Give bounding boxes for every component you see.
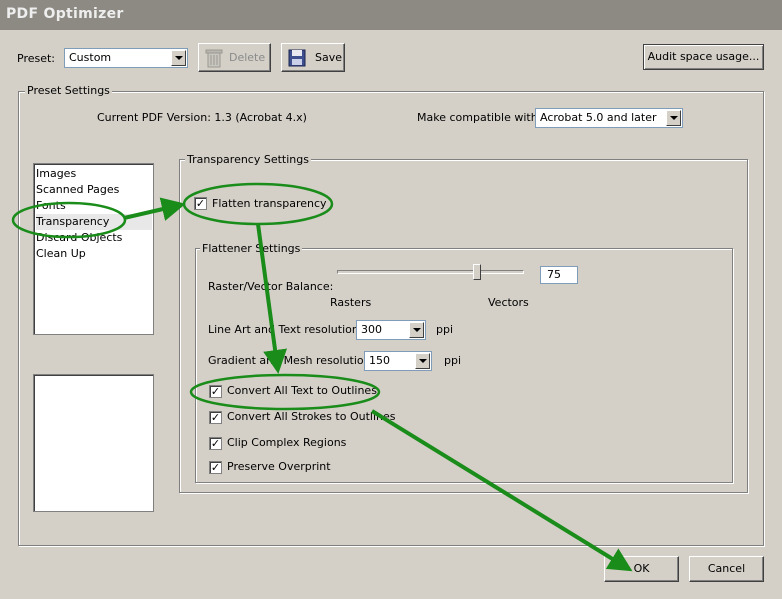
lineart-unit: ppi (436, 323, 454, 336)
flatten-transparency-checkbox[interactable]: ✓ (194, 197, 207, 210)
flatten-transparency-label: Flatten transparency (212, 197, 327, 210)
convert-strokes-outlines-label: Convert All Strokes to Outlines (227, 410, 396, 423)
vectors-label: Vectors (488, 296, 529, 309)
category-scanned-pages[interactable]: Scanned Pages (36, 182, 152, 198)
preset-label: Preset: (17, 52, 56, 65)
chevron-down-icon (415, 353, 430, 369)
category-clean-up[interactable]: Clean Up (36, 246, 152, 262)
balance-slider-track[interactable] (337, 270, 524, 274)
compatibility-select[interactable]: Acrobat 5.0 and later (535, 108, 683, 128)
save-label: Save (315, 51, 343, 64)
category-images[interactable]: Images (36, 166, 152, 182)
description-panel (33, 374, 154, 512)
save-button[interactable]: Save (281, 43, 345, 72)
current-pdf-version: Current PDF Version: 1.3 (Acrobat 4.x) (97, 111, 307, 124)
transparency-settings-legend: Transparency Settings (185, 153, 311, 167)
chevron-down-icon (666, 110, 681, 126)
ok-button[interactable]: OK (604, 556, 679, 582)
preserve-overprint-label: Preserve Overprint (227, 460, 331, 473)
clip-complex-regions-label: Clip Complex Regions (227, 436, 347, 449)
rasters-label: Rasters (330, 296, 372, 309)
category-transparency[interactable]: Transparency (36, 214, 152, 230)
balance-value-input[interactable]: 75 (540, 266, 578, 284)
gradient-resolution-label: Gradient and Mesh resolution: (208, 354, 375, 367)
preset-value: Custom (69, 51, 112, 64)
chevron-down-icon (409, 322, 424, 338)
window-title: PDF Optimizer (6, 6, 124, 22)
lineart-resolution-select[interactable]: 300 (356, 320, 426, 340)
preset-select[interactable]: Custom (64, 48, 188, 68)
delete-button[interactable]: Delete (198, 43, 271, 72)
audit-space-usage-button[interactable]: Audit space usage... (643, 44, 764, 70)
category-discard-objects[interactable]: Discard Objects (36, 230, 152, 246)
preserve-overprint-checkbox[interactable]: ✓ (209, 461, 222, 474)
compatibility-value: Acrobat 5.0 and later (540, 111, 657, 124)
delete-label: Delete (229, 51, 266, 64)
lineart-resolution-value: 300 (361, 323, 382, 336)
balance-label: Raster/Vector Balance: (208, 280, 334, 293)
cancel-button[interactable]: Cancel (689, 556, 764, 582)
preset-settings-legend: Preset Settings (25, 84, 112, 98)
flattener-settings-legend: Flattener Settings (200, 242, 303, 256)
chevron-down-icon (171, 50, 186, 66)
save-icon (288, 49, 306, 67)
convert-text-outlines-checkbox[interactable]: ✓ (209, 385, 222, 398)
clip-complex-regions-checkbox[interactable]: ✓ (209, 437, 222, 450)
category-fonts[interactable]: Fonts (36, 198, 152, 214)
make-compatible-label: Make compatible with: (417, 111, 542, 124)
category-list[interactable]: Images Scanned Pages Fonts Transparency … (33, 163, 154, 335)
gradient-resolution-select[interactable]: 150 (364, 351, 432, 371)
gradient-unit: ppi (444, 354, 462, 367)
convert-strokes-outlines-checkbox[interactable]: ✓ (209, 411, 222, 424)
convert-text-outlines-label: Convert All Text to Outlines (227, 384, 377, 397)
lineart-resolution-label: Line Art and Text resolution: (208, 323, 363, 336)
gradient-resolution-value: 150 (369, 354, 390, 367)
balance-slider-thumb[interactable] (473, 264, 481, 280)
trash-icon (205, 48, 223, 68)
